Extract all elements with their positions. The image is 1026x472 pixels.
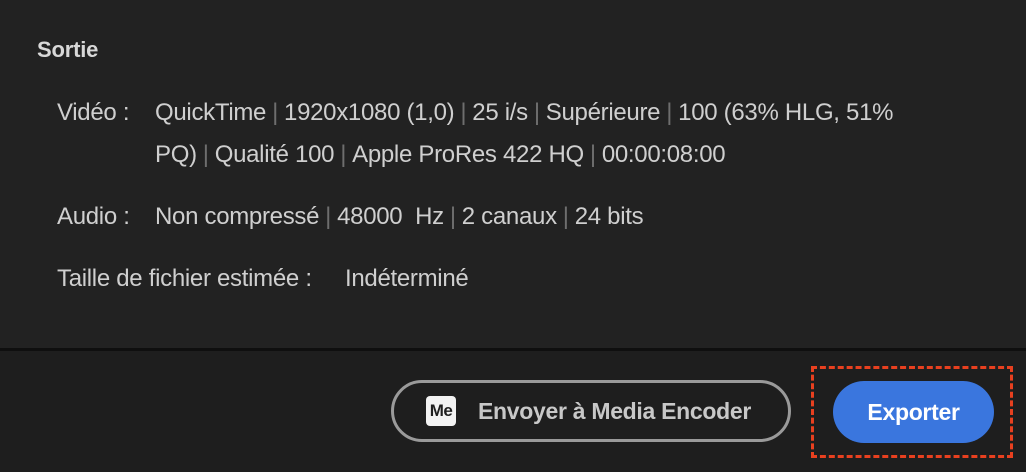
audio-channels: 2 canaux: [461, 203, 557, 230]
video-row-continued: PQ) | Qualité 100 | Apple ProRes 422 HQ | 00:0…: [155, 134, 1015, 176]
video-hdr: 100 (63% HLG, 51%: [678, 99, 894, 126]
send-to-media-encoder-label: Envoyer à Media Encoder: [478, 397, 752, 424]
video-quality: Qualité 100: [214, 141, 335, 168]
separator: |: [340, 141, 347, 168]
separator: |: [533, 99, 540, 126]
audio-label: Audio :: [57, 203, 130, 230]
send-to-media-encoder-button[interactable]: Me Envoyer à Media Encoder: [391, 380, 791, 442]
separator: |: [325, 203, 332, 230]
filesize-value: Indéterminé: [345, 265, 469, 292]
separator: |: [589, 141, 596, 168]
video-field-order: Supérieure: [545, 99, 661, 126]
separator: |: [449, 203, 456, 230]
output-summary-panel: Sortie Vidéo : QuickTime | 1920x1080 (1,0)…: [0, 0, 1026, 348]
section-title: Sortie: [37, 37, 99, 62]
filesize-row: Taille de fichier estimée : Indéterminé: [57, 258, 1017, 300]
video-label: Vidéo :: [57, 99, 130, 126]
video-codec: Apple ProRes 422 HQ: [352, 141, 584, 168]
audio-bit-depth: 24 bits: [574, 203, 644, 230]
separator: |: [272, 99, 279, 126]
video-value-line1: QuickTime | 1920x1080 (1,0) | 25 i/s | Supérie…: [155, 92, 893, 134]
audio-compression: Non compressé: [155, 203, 320, 230]
video-value-line2: PQ) | Qualité 100 | Apple ProRes 422 HQ | 00:0…: [155, 134, 726, 176]
separator: |: [202, 141, 209, 168]
audio-sample-rate: 48000 Hz: [337, 203, 444, 230]
video-row: Vidéo : QuickTime | 1920x1080 (1,0) | 25 i/s…: [57, 92, 1017, 134]
separator: |: [666, 99, 673, 126]
video-hdr-continued: PQ): [155, 141, 197, 168]
video-duration: 00:00:08:00: [601, 141, 726, 168]
media-encoder-icon: Me: [426, 396, 456, 426]
separator: |: [562, 203, 569, 230]
audio-value: Non compressé | 48000 Hz | 2 canaux | 24 bits: [155, 196, 644, 238]
export-button[interactable]: Exporter: [833, 381, 994, 443]
video-format: QuickTime: [155, 99, 267, 126]
separator: |: [460, 99, 467, 126]
video-framerate: 25 i/s: [472, 99, 528, 126]
audio-row: Audio : Non compressé | 48000 Hz | 2 canaux |…: [57, 196, 1017, 238]
video-resolution: 1920x1080 (1,0): [284, 99, 455, 126]
filesize-label: Taille de fichier estimée :: [57, 265, 312, 292]
